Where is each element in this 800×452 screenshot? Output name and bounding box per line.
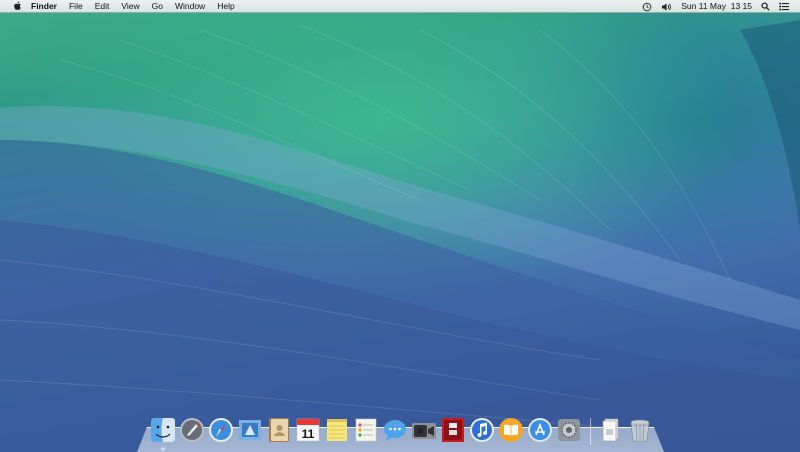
volume-menu[interactable] bbox=[661, 2, 672, 12]
calendar-date: 11 bbox=[302, 427, 315, 441]
menu-file[interactable]: File bbox=[69, 0, 83, 13]
photo-booth-icon bbox=[442, 418, 464, 442]
safari-icon bbox=[209, 418, 233, 442]
dock-item-mail[interactable] bbox=[237, 417, 263, 443]
menu-go[interactable]: Go bbox=[152, 0, 163, 13]
desktop-wallpaper bbox=[0, 0, 800, 452]
dock-separator bbox=[590, 418, 591, 445]
dock-item-contacts[interactable] bbox=[266, 417, 292, 443]
dock-item-calendar[interactable]: 11 bbox=[295, 417, 321, 443]
dock-item-safari[interactable] bbox=[208, 417, 234, 443]
dock-item-itunes[interactable] bbox=[469, 417, 495, 443]
dock-item-launchpad[interactable] bbox=[179, 417, 205, 443]
apple-logo-icon bbox=[13, 1, 21, 10]
launchpad-icon bbox=[180, 418, 204, 442]
ibooks-icon bbox=[499, 418, 523, 442]
apple-menu[interactable] bbox=[11, 1, 23, 11]
menu-bar: Finder File Edit View Go Window Help Sun… bbox=[0, 0, 800, 13]
dock-item-system-preferences[interactable] bbox=[556, 417, 582, 443]
dock-item-notes[interactable] bbox=[324, 417, 350, 443]
documents-stack-icon bbox=[602, 418, 619, 442]
time-machine-icon bbox=[642, 2, 652, 11]
menu-window[interactable]: Window bbox=[175, 0, 205, 13]
menu-view[interactable]: View bbox=[121, 0, 139, 13]
spotlight-menu[interactable] bbox=[761, 2, 770, 11]
menu-finder[interactable]: Finder bbox=[31, 0, 57, 13]
running-indicator bbox=[161, 448, 165, 450]
itunes-icon bbox=[470, 418, 494, 442]
spotlight-search-icon bbox=[761, 2, 770, 11]
volume-icon bbox=[662, 2, 672, 11]
dock-item-facetime[interactable] bbox=[411, 417, 437, 443]
menu-clock[interactable]: Sun 11 May 13 15 bbox=[681, 0, 752, 13]
trash-icon bbox=[630, 419, 650, 442]
reminders-icon bbox=[355, 418, 377, 442]
menu-help[interactable]: Help bbox=[217, 0, 234, 13]
contacts-icon bbox=[269, 418, 289, 442]
system-preferences-icon bbox=[558, 419, 580, 441]
dock-item-finder[interactable] bbox=[150, 417, 176, 443]
time-machine-menu[interactable] bbox=[642, 2, 652, 12]
calendar-icon: 11 bbox=[296, 418, 320, 442]
dock-item-app-store[interactable] bbox=[527, 417, 553, 443]
app-store-icon bbox=[528, 418, 552, 442]
messages-icon bbox=[384, 420, 406, 441]
notification-center-menu[interactable] bbox=[779, 2, 789, 11]
mail-icon bbox=[239, 420, 261, 440]
dock-item-reminders[interactable] bbox=[353, 417, 379, 443]
notification-center-icon bbox=[779, 2, 789, 11]
dock-item-ibooks[interactable] bbox=[498, 417, 524, 443]
menu-edit[interactable]: Edit bbox=[95, 0, 110, 13]
notes-icon bbox=[327, 419, 347, 441]
facetime-icon bbox=[412, 423, 436, 439]
dock-item-photo-booth[interactable] bbox=[440, 417, 466, 443]
dock-item-documents[interactable] bbox=[598, 417, 624, 443]
dock-item-trash[interactable] bbox=[627, 417, 653, 443]
finder-icon bbox=[151, 418, 175, 442]
dock-item-messages[interactable] bbox=[382, 417, 408, 443]
